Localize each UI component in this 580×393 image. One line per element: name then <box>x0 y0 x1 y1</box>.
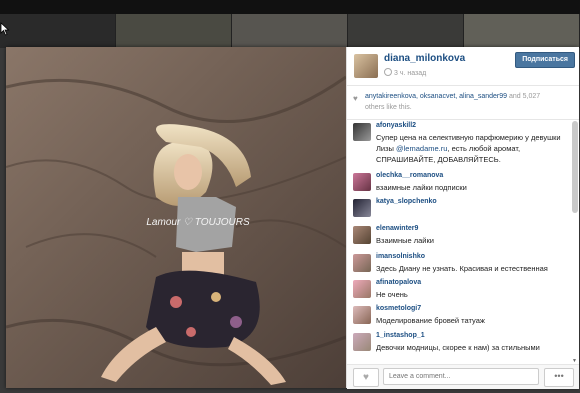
photo-modal: Lamour ♡ TOUJOURS diana_milonkova 3 ч. н… <box>6 47 579 389</box>
comments-scrollbar[interactable]: ▼ <box>572 121 578 364</box>
likers-names[interactable]: anytakireenkova, oksanacvet, alina_sande… <box>365 93 507 100</box>
commenter-avatar[interactable] <box>353 123 371 141</box>
commenter-username[interactable]: kosmetologi7 <box>376 305 421 312</box>
comment-input[interactable] <box>383 368 539 385</box>
commenter-avatar[interactable] <box>353 280 371 298</box>
commenter-avatar[interactable] <box>353 173 371 191</box>
commenter-username[interactable]: olechka__romanova <box>376 172 443 179</box>
post-photo[interactable]: Lamour ♡ TOUJOURS <box>6 47 346 388</box>
comment-text: Не очень <box>376 290 408 299</box>
scrollbar-thumb[interactable] <box>572 121 578 213</box>
comment-text: взаимные лайки подписки <box>376 183 467 192</box>
likers-line: anytakireenkova, oksanacvet, alina_sande… <box>365 93 540 100</box>
commenter-username[interactable]: imansolnishko <box>376 253 425 260</box>
follow-button[interactable]: Подписаться <box>515 52 575 68</box>
likes-suffix: others like this. <box>365 104 412 111</box>
commenter-avatar[interactable] <box>353 333 371 351</box>
post-time-text: 3 ч. назад <box>394 70 427 77</box>
commenter-avatar[interactable] <box>353 199 371 217</box>
comment-text: Взаимные лайки <box>376 236 434 245</box>
likers-and: and <box>509 93 521 100</box>
like-button[interactable]: ♥ <box>353 368 379 387</box>
post-time: 3 ч. назад <box>384 68 426 77</box>
background-feed-strip <box>0 14 580 48</box>
comment-text: Девочки модницы, скорее к нам) за стильн… <box>376 343 540 352</box>
more-options-button[interactable]: ••• <box>544 368 574 387</box>
comment-footer: ♥ ••• <box>347 364 579 389</box>
comment-mention[interactable]: @lemadame.ru <box>396 144 447 153</box>
likes-count: 5,027 <box>522 93 541 100</box>
author-username[interactable]: diana_milonkova <box>384 53 465 64</box>
post-header: diana_milonkova 3 ч. назад Подписаться <box>347 47 579 86</box>
commenter-avatar[interactable] <box>353 254 371 272</box>
commenter-username[interactable]: afonyaskill2 <box>376 122 416 129</box>
comments-list[interactable]: afonyaskill2 Супер цена на селективную п… <box>347 121 569 364</box>
post-sidebar: diana_milonkova 3 ч. назад Подписаться ♥… <box>346 47 579 389</box>
shirt-text: Lamour ♡ TOUJOURS <box>146 217 250 228</box>
clock-icon <box>384 68 392 76</box>
mouse-cursor-icon <box>0 22 10 36</box>
commenter-username[interactable]: afinatopalova <box>376 279 421 286</box>
commenter-avatar[interactable] <box>353 306 371 324</box>
commenter-username[interactable]: katya_slopchenko <box>376 198 437 205</box>
commenter-username[interactable]: 1_instashop_1 <box>376 332 425 339</box>
likes-section: ♥ anytakireenkova, oksanacvet, alina_san… <box>347 85 579 120</box>
browser-top-bar <box>0 0 580 14</box>
comment-text: Здесь Диану не узнать. Красивая и естест… <box>376 264 548 273</box>
author-avatar[interactable] <box>354 54 378 78</box>
commenter-avatar[interactable] <box>353 226 371 244</box>
post-photo-art: Lamour ♡ TOUJOURS <box>6 47 346 388</box>
commenter-username[interactable]: elenawinter9 <box>376 225 418 232</box>
comment-text: Супер цена на селективную парфюмерию у д… <box>376 132 566 165</box>
comment-text: Моделирование бровей татуаж <box>376 316 485 325</box>
heart-icon: ♥ <box>363 372 369 383</box>
heart-icon: ♥ <box>353 94 358 103</box>
